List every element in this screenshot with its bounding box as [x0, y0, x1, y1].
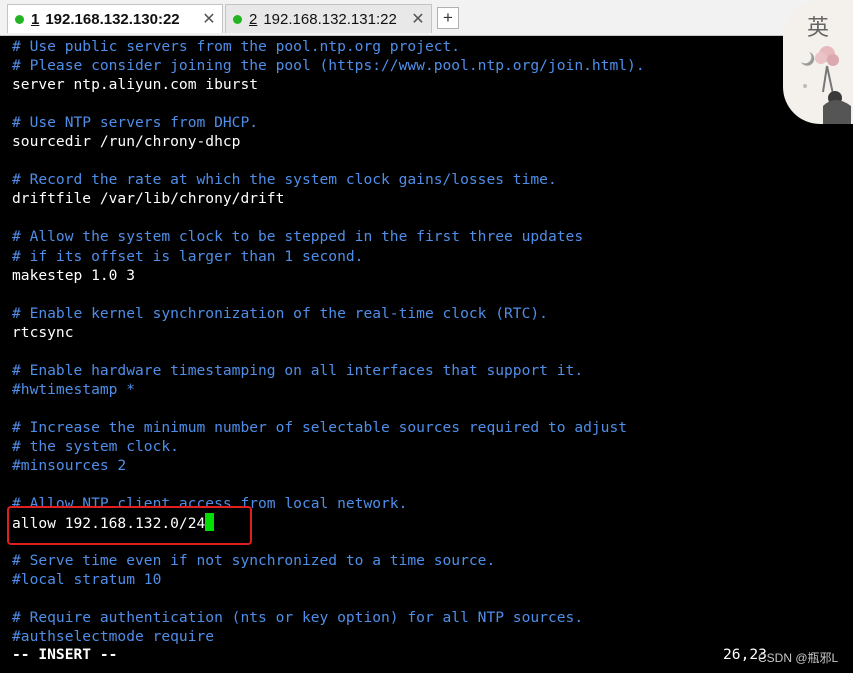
config-line: rtcsync: [12, 323, 782, 342]
line-text: #local stratum 10: [12, 571, 162, 589]
config-line: sourcedir /run/chrony-dhcp: [12, 132, 782, 151]
avatar: 英: [783, 0, 853, 124]
line-text: server ntp.aliyun.com iburst: [12, 76, 259, 94]
line-text: # the system clock.: [12, 437, 179, 455]
line-text: # Record the rate at which the system cl…: [12, 171, 557, 189]
highlight-box: [7, 506, 252, 545]
comment-line: # if its offset is larger than 1 second.: [12, 247, 782, 266]
line-text: # Increase the minimum number of selecta…: [12, 418, 628, 436]
comment-line: #local stratum 10: [12, 570, 782, 589]
tab-session-2[interactable]: 2 192.168.132.131:22 ✕: [225, 4, 432, 33]
comment-line: # Use NTP servers from DHCP.: [12, 113, 782, 132]
new-tab-button[interactable]: +: [437, 7, 459, 29]
line-text: makestep 1.0 3: [12, 266, 136, 284]
line-text: #authselectmode require: [12, 628, 215, 646]
close-icon[interactable]: ✕: [409, 9, 427, 29]
comment-line: # Increase the minimum number of selecta…: [12, 418, 782, 437]
avatar-illustration-icon: [801, 46, 851, 124]
config-line: driftfile /var/lib/chrony/drift: [12, 189, 782, 208]
connected-status-icon: [15, 14, 24, 24]
tab-number: 2: [249, 10, 258, 28]
line-text: # Enable kernel synchronization of the r…: [12, 304, 548, 322]
config-line: makestep 1.0 3: [12, 266, 782, 285]
comment-line: #minsources 2: [12, 456, 782, 475]
comment-line: #hwtimestamp *: [12, 380, 782, 399]
line-text: # Enable hardware timestamping on all in…: [12, 361, 584, 379]
line-text: # Allow the system clock to be stepped i…: [12, 228, 584, 246]
tab-number: 1: [31, 10, 40, 28]
line-text: rtcsync: [12, 323, 74, 341]
line-text: #minsources 2: [12, 457, 127, 475]
line-text: # Serve time even if not synchronized to…: [12, 552, 496, 570]
tab-host-label: 192.168.132.130:22: [45, 10, 180, 28]
line-text: driftfile /var/lib/chrony/drift: [12, 190, 285, 208]
comment-line: # Enable hardware timestamping on all in…: [12, 361, 782, 380]
comment-line: # Use public servers from the pool.ntp.o…: [12, 37, 782, 56]
close-icon[interactable]: ✕: [200, 9, 218, 29]
comment-line: # Record the rate at which the system cl…: [12, 170, 782, 189]
tab-host-label: 192.168.132.131:22: [263, 10, 397, 28]
comment-line: # the system clock.: [12, 437, 782, 456]
comment-line: # Serve time even if not synchronized to…: [12, 551, 782, 570]
line-text: sourcedir /run/chrony-dhcp: [12, 133, 241, 151]
line-text: # if its offset is larger than 1 second.: [12, 247, 364, 265]
comment-line: # Allow the system clock to be stepped i…: [12, 227, 782, 246]
line-text: # Require authentication (nts or key opt…: [12, 609, 584, 627]
line-text: # Use public servers from the pool.ntp.o…: [12, 38, 461, 55]
comment-line: # Enable kernel synchronization of the r…: [12, 304, 782, 323]
tab-bar: 1 192.168.132.130:22 ✕ 2 192.168.132.131…: [0, 0, 853, 36]
comment-line: # Please consider joining the pool (http…: [12, 56, 782, 75]
line-text: # Use NTP servers from DHCP.: [12, 114, 259, 132]
line-text: # Please consider joining the pool (http…: [12, 57, 645, 75]
comment-line: #authselectmode require: [12, 627, 782, 646]
vim-mode-indicator: -- INSERT --: [12, 646, 118, 663]
watermark: CSDN @瓶邪L: [758, 651, 839, 665]
line-text: #hwtimestamp *: [12, 380, 136, 398]
terminal-output[interactable]: # Use public servers from the pool.ntp.o…: [12, 37, 782, 647]
comment-line: # Require authentication (nts or key opt…: [12, 608, 782, 627]
tab-session-1[interactable]: 1 192.168.132.130:22 ✕: [7, 4, 223, 33]
connected-status-icon: [233, 14, 242, 24]
config-line: server ntp.aliyun.com iburst: [12, 75, 782, 94]
